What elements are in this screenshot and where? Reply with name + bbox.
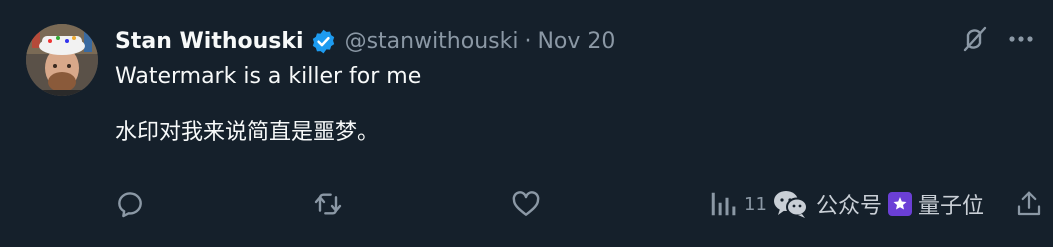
share-icon <box>1017 191 1041 216</box>
more-icon[interactable] <box>1007 34 1035 44</box>
watermark-logo-icon <box>888 192 913 216</box>
verified-badge-icon <box>310 28 337 55</box>
views-count: 11 <box>744 193 767 215</box>
retweet-icon <box>314 193 342 215</box>
author-handle[interactable]: @stanwithouski <box>345 29 519 54</box>
avatar[interactable] <box>26 24 98 96</box>
like-button[interactable] <box>509 188 543 220</box>
top-actions <box>959 24 1035 54</box>
watermark-text-1: 公众号 <box>816 194 883 219</box>
like-icon <box>512 191 540 216</box>
avatar-image <box>26 24 98 96</box>
wechat-icon <box>774 191 808 218</box>
reply-icon <box>118 192 142 218</box>
retweet-button[interactable] <box>311 188 345 220</box>
header-separator: · <box>524 28 532 54</box>
tweet-card[interactable]: Stan Withouski @stanwithouski · Nov 20 W… <box>0 0 1053 247</box>
grok-icon[interactable] <box>959 24 989 54</box>
tweet-date[interactable]: Nov 20 <box>537 29 615 54</box>
watermark-text-2: 量子位 <box>918 194 985 219</box>
views-button[interactable]: 11 <box>708 188 767 220</box>
tweet-header: Stan Withouski @stanwithouski · Nov 20 <box>115 24 615 58</box>
views-icon <box>711 192 736 216</box>
reply-button[interactable] <box>113 188 147 220</box>
watermark: 公众号 量子位 <box>772 184 984 224</box>
share-button[interactable] <box>1014 188 1044 220</box>
tweet-text-en: Watermark is a killer for me <box>115 64 422 89</box>
tweet-text-zh: 水印对我来说简直是噩梦。 <box>115 120 380 145</box>
author-name[interactable]: Stan Withouski <box>115 29 304 54</box>
